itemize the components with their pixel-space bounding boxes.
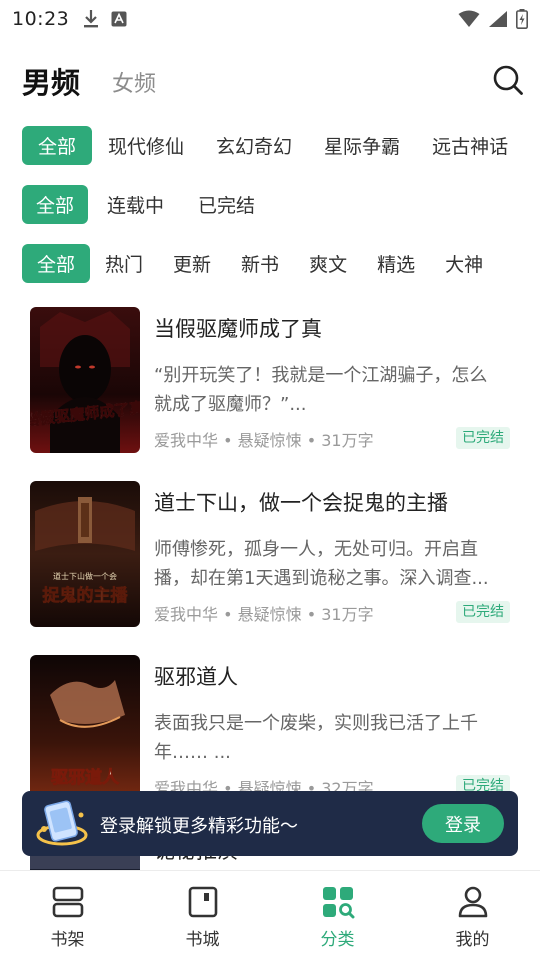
book-description: 表面我只是一个废柴，实则我已活了上千年…… ... bbox=[154, 713, 478, 763]
bottom-navigation: 书架 书城 分类 我的 bbox=[0, 870, 540, 960]
status-bar: 10:23 bbox=[0, 0, 540, 38]
sort-chip-shuangwen[interactable]: 爽文 bbox=[294, 244, 362, 283]
sort-chip-updated[interactable]: 更新 bbox=[158, 244, 226, 283]
nav-bookstore[interactable]: 书城 bbox=[135, 871, 270, 960]
category-chip-all[interactable]: 全部 bbox=[22, 125, 93, 165]
category-chip-ancient-myth[interactable]: 远古神话 bbox=[416, 126, 524, 165]
svg-text:道士下山做一个会: 道士下山做一个会 bbox=[53, 571, 117, 581]
book-title[interactable]: 当假驱魔师成了真 bbox=[154, 313, 322, 343]
book-description: 师傅惨死，孤身一人，无处可归。开启直播，却在第1天遇到诡秘之事。深入调查... bbox=[154, 539, 489, 589]
tab-male[interactable]: 男频 bbox=[22, 60, 80, 102]
book-cover[interactable]: 当假驱魔师成了真 bbox=[30, 307, 140, 453]
category-filter-row: 全部 现代修仙 玄幻奇幻 星际争霸 远古神话 bbox=[22, 125, 524, 165]
phone-lock-icon bbox=[36, 800, 88, 846]
battery-charging-icon bbox=[516, 9, 528, 29]
book-list-item[interactable]: 当假驱魔师成了真 当假驱魔师成了真 “别开玩笑了！我就是一个江湖骗子，怎么就成了… bbox=[30, 307, 520, 457]
book-description: “别开玩笑了！我就是一个江湖骗子，怎么就成了驱魔师？”... bbox=[154, 365, 488, 415]
book-cover-title: 驱邪道人 bbox=[51, 767, 120, 788]
status-chip-completed[interactable]: 已完结 bbox=[183, 185, 270, 224]
sort-chip-hot[interactable]: 热门 bbox=[90, 244, 158, 283]
category-chip-modern-xiuxian[interactable]: 现代修仙 bbox=[92, 126, 200, 165]
sort-chip-master[interactable]: 大神 bbox=[430, 244, 498, 283]
book-list-item[interactable]: 道士下山做一个会 捉鬼的主播 道士下山，做一个会捉鬼的主播 师傅惨死，孤身一人，… bbox=[30, 481, 520, 631]
category-icon bbox=[322, 887, 354, 919]
sort-chip-all[interactable]: 全部 bbox=[22, 243, 91, 283]
nav-label-category: 分类 bbox=[320, 930, 355, 950]
status-chip-all[interactable]: 全部 bbox=[22, 184, 89, 224]
nav-bookshelf[interactable]: 书架 bbox=[0, 871, 135, 960]
nav-category[interactable]: 分类 bbox=[270, 871, 405, 960]
book-list-item[interactable]: 驱邪道人 驱邪道人 表面我只是一个废柴，实则我已活了上千年…… ... 爱我中华… bbox=[30, 655, 520, 805]
category-chip-xuanhuan[interactable]: 玄幻奇幻 bbox=[200, 126, 308, 165]
sort-filter-row: 全部 热门 更新 新书 爽文 精选 大神 bbox=[22, 243, 498, 283]
sort-chip-new[interactable]: 新书 bbox=[226, 244, 294, 283]
book-meta: 爱我中华 • 悬疑惊悚 • 31万字 bbox=[154, 431, 374, 450]
gender-tab-header: 男频 女频 bbox=[22, 58, 524, 104]
cellular-signal-icon bbox=[489, 11, 507, 27]
login-button[interactable]: 登录 bbox=[422, 804, 504, 843]
book-cover-title: 捉鬼的主播 bbox=[43, 585, 129, 606]
profile-icon bbox=[458, 886, 487, 918]
nav-label-bookstore: 书城 bbox=[185, 930, 220, 950]
nav-label-profile: 我的 bbox=[455, 930, 490, 950]
bookshelf-icon bbox=[52, 886, 83, 918]
status-time: 10:23 bbox=[12, 8, 70, 30]
login-banner-text: 登录解锁更多精彩功能～ bbox=[100, 816, 298, 837]
book-title[interactable]: 驱邪道人 bbox=[154, 661, 238, 691]
tab-female[interactable]: 女频 bbox=[112, 66, 156, 98]
nav-profile[interactable]: 我的 bbox=[405, 871, 540, 960]
category-chip-interstellar[interactable]: 星际争霸 bbox=[308, 126, 416, 165]
notification-a-icon bbox=[111, 11, 127, 27]
status-filter-row: 全部 连载中 已完结 bbox=[22, 184, 274, 224]
wifi-icon bbox=[458, 10, 480, 27]
sort-chip-featured[interactable]: 精选 bbox=[362, 244, 430, 283]
nav-label-bookshelf: 书架 bbox=[50, 930, 85, 950]
login-banner: 登录解锁更多精彩功能～ 登录 bbox=[22, 791, 518, 856]
book-cover[interactable]: 道士下山做一个会 捉鬼的主播 bbox=[30, 481, 140, 627]
book-cover[interactable]: 驱邪道人 bbox=[30, 655, 140, 801]
search-icon[interactable] bbox=[492, 64, 524, 96]
book-status-badge: 已完结 bbox=[456, 427, 510, 449]
book-meta: 爱我中华 • 悬疑惊悚 • 31万字 bbox=[154, 605, 374, 624]
bookstore-icon bbox=[188, 886, 217, 918]
book-title[interactable]: 道士下山，做一个会捉鬼的主播 bbox=[154, 487, 448, 517]
download-icon bbox=[84, 10, 99, 28]
status-chip-ongoing[interactable]: 连载中 bbox=[92, 185, 179, 224]
book-status-badge: 已完结 bbox=[456, 601, 510, 623]
